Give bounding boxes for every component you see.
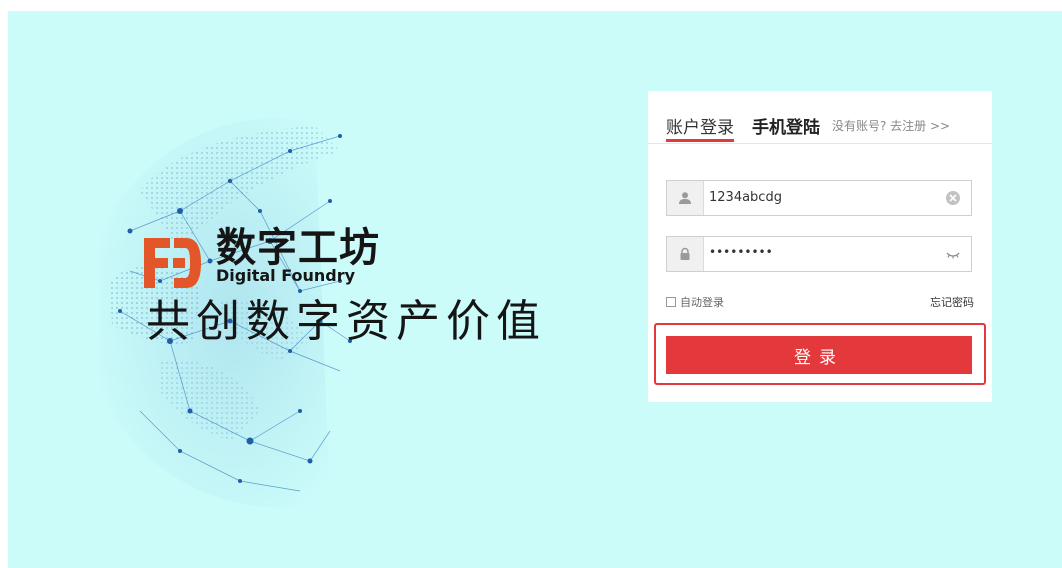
tab-account-login[interactable]: 账户登录	[666, 113, 734, 138]
auto-login-option[interactable]: 自动登录	[666, 294, 724, 310]
lock-icon	[667, 237, 704, 271]
brand-logo-icon	[144, 238, 201, 288]
active-tab-indicator	[666, 139, 734, 142]
clear-icon[interactable]	[945, 190, 961, 206]
username-input[interactable]: 1234abcdg	[709, 190, 782, 205]
password-input[interactable]: •••••••••	[709, 245, 773, 259]
brand-name-en: Digital Foundry	[216, 266, 356, 285]
tab-phone-login[interactable]: 手机登陆	[752, 113, 820, 138]
forgot-password-link[interactable]: 忘记密码	[930, 294, 974, 310]
password-field[interactable]: •••••••••	[666, 236, 972, 272]
auto-login-checkbox[interactable]	[666, 297, 676, 307]
brand-name-cn: 数字工坊	[216, 225, 380, 271]
user-icon	[667, 181, 704, 215]
slogan: 共创数字资产价值	[146, 296, 546, 347]
login-button-highlight	[654, 323, 986, 385]
register-link[interactable]: 没有账号? 去注册 >>	[832, 117, 950, 134]
login-tabs: 账户登录 手机登陆 没有账号? 去注册 >>	[648, 91, 992, 144]
eye-closed-icon[interactable]	[945, 246, 961, 262]
auto-login-label: 自动登录	[680, 296, 724, 309]
username-field[interactable]: 1234abcdg	[666, 180, 972, 216]
